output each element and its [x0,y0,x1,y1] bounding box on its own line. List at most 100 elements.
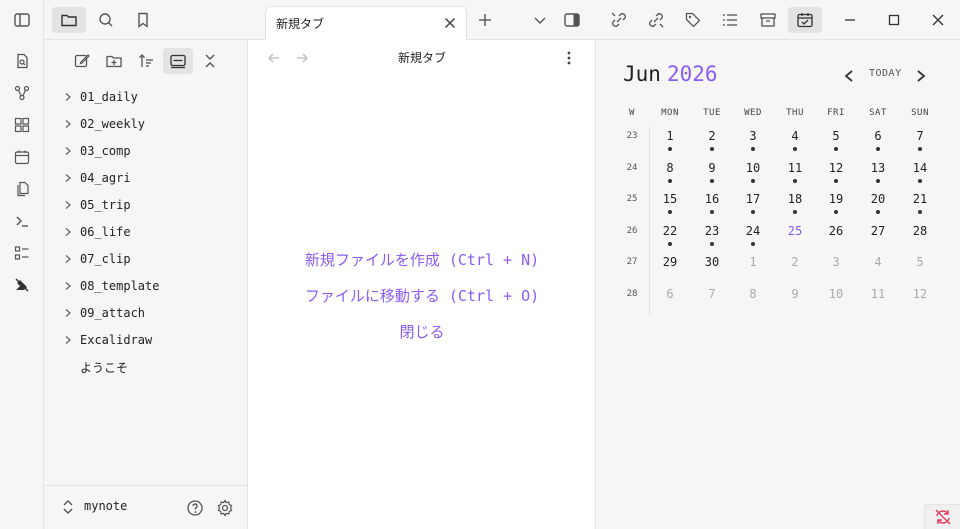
toggle-left-sidebar-icon[interactable] [10,8,34,32]
maximize-window-icon[interactable] [877,7,911,33]
week-number[interactable]: 27 [621,257,643,267]
calendar-check-icon[interactable] [788,7,822,33]
calendar-day[interactable]: 9 [694,161,730,175]
calendar-day[interactable]: 24 [735,224,771,238]
close-link[interactable]: 閉じる [248,321,596,342]
calendar-day[interactable]: 13 [860,161,896,175]
calendar-day[interactable]: 4 [777,129,813,143]
calendar-day[interactable]: 19 [818,192,854,206]
calendar-day[interactable]: 5 [902,255,938,269]
calendar-day-today[interactable]: 25 [777,224,813,238]
backlinks-icon[interactable] [602,7,636,33]
next-month-chevron-icon[interactable] [911,66,931,86]
quick-switcher-icon[interactable] [10,49,34,73]
calendar-day[interactable]: 2 [694,129,730,143]
calendar-day[interactable]: 17 [735,192,771,206]
calendar-day[interactable]: 3 [818,255,854,269]
calendar-day[interactable]: 23 [694,224,730,238]
collapse-all-icon[interactable] [195,48,225,74]
create-new-file-link[interactable]: 新規ファイルを作成 (Ctrl + N) [248,249,596,270]
calendar-day[interactable]: 29 [652,255,688,269]
week-number[interactable]: 24 [621,163,643,173]
daily-note-icon[interactable] [10,145,34,169]
files-tab-icon[interactable] [52,7,86,33]
calendar-day[interactable]: 28 [902,224,938,238]
calendar-day[interactable]: 21 [902,192,938,206]
toggle-right-sidebar-icon[interactable] [561,9,583,31]
new-folder-icon[interactable] [99,48,129,74]
calendar-day[interactable]: 27 [860,224,896,238]
vault-name[interactable]: mynote [84,499,127,513]
close-window-icon[interactable] [921,7,955,33]
calendar-day[interactable]: 6 [860,129,896,143]
calendar-day[interactable]: 15 [652,192,688,206]
tab-list-chevron-down-icon[interactable] [529,9,551,31]
excalidraw-icon[interactable] [10,273,34,297]
calendar-day[interactable]: 7 [902,129,938,143]
calendar-day[interactable]: 8 [652,161,688,175]
sync-status-indicator[interactable] [924,504,960,529]
calendar-day[interactable]: 30 [694,255,730,269]
tree-folder[interactable]: 05_trip [60,193,240,217]
calendar-day[interactable]: 6 [652,287,688,301]
tree-file[interactable]: ようこそ [60,355,240,379]
calendar-day[interactable]: 22 [652,224,688,238]
bookmarks-tab-icon[interactable] [126,7,160,33]
calendar-day[interactable]: 11 [777,161,813,175]
calendar-day[interactable]: 1 [652,129,688,143]
new-tab-plus-icon[interactable] [474,9,496,31]
graph-view-icon[interactable] [10,81,34,105]
go-to-file-link[interactable]: ファイルに移動する (Ctrl + O) [248,285,596,306]
outline-icon[interactable] [713,7,747,33]
minimize-window-icon[interactable] [833,7,867,33]
tree-folder[interactable]: 08_template [60,274,240,298]
tree-folder[interactable]: 07_clip [60,247,240,271]
close-tab-icon[interactable] [440,13,460,33]
week-number[interactable]: 26 [621,226,643,236]
outgoing-links-icon[interactable] [639,7,673,33]
calendar-day[interactable]: 18 [777,192,813,206]
calendar-day[interactable]: 8 [735,287,771,301]
templates-icon[interactable] [10,177,34,201]
settings-gear-icon[interactable] [215,498,235,518]
sort-order-icon[interactable] [131,48,161,74]
tree-folder[interactable]: 09_attach [60,301,240,325]
week-number[interactable]: 23 [621,131,643,141]
previous-month-chevron-icon[interactable] [839,66,859,86]
calendar-day[interactable]: 4 [860,255,896,269]
calendar-day[interactable]: 5 [818,129,854,143]
command-palette-icon[interactable] [10,209,34,233]
calendar-day[interactable]: 12 [902,287,938,301]
archive-icon[interactable] [751,7,785,33]
chevrons-up-down-icon[interactable] [60,499,76,515]
new-note-icon[interactable] [67,48,97,74]
calendar-day[interactable]: 2 [777,255,813,269]
calendar-today-button[interactable]: TODAY [869,68,902,79]
calendar-day[interactable]: 10 [735,161,771,175]
calendar-day[interactable]: 11 [860,287,896,301]
tree-folder[interactable]: 01_daily [60,85,240,109]
week-number[interactable]: 25 [621,194,643,204]
calendar-day[interactable]: 16 [694,192,730,206]
canvas-icon[interactable] [10,113,34,137]
calendar-day[interactable]: 26 [818,224,854,238]
calendar-day[interactable]: 1 [735,255,771,269]
help-icon[interactable] [185,498,205,518]
tags-icon[interactable] [676,7,710,33]
more-options-icon[interactable] [561,50,577,66]
calendar-day[interactable]: 3 [735,129,771,143]
tree-folder[interactable]: 04_agri [60,166,240,190]
calendar-day[interactable]: 12 [818,161,854,175]
search-tab-icon[interactable] [89,7,123,33]
tasks-icon[interactable] [10,241,34,265]
tree-folder[interactable]: 03_comp [60,139,240,163]
tree-folder[interactable]: 02_weekly [60,112,240,136]
week-number[interactable]: 28 [621,289,643,299]
tab-new-tab[interactable]: 新規タブ [265,6,467,41]
auto-reveal-icon[interactable] [163,48,193,74]
calendar-day[interactable]: 14 [902,161,938,175]
calendar-day[interactable]: 9 [777,287,813,301]
calendar-day[interactable]: 10 [818,287,854,301]
calendar-day[interactable]: 7 [694,287,730,301]
tree-folder[interactable]: Excalidraw [60,328,240,352]
